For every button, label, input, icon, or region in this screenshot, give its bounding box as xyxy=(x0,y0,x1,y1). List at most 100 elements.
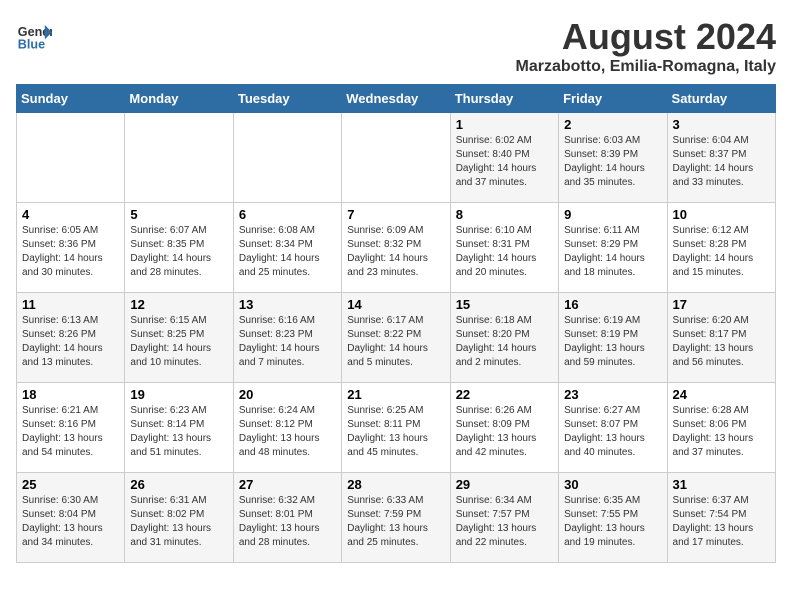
calendar-cell: 21Sunrise: 6:25 AM Sunset: 8:11 PM Dayli… xyxy=(342,383,450,473)
weekday-header-tuesday: Tuesday xyxy=(233,85,341,113)
calendar-cell: 22 Sunrise: 6:26 AM Sunset: 8:09 PM Dayli… xyxy=(450,383,558,473)
calendar-cell: 17 Sunrise: 6:20 AM Sunset: 8:17 PM Dayli… xyxy=(667,293,775,383)
day-info: Sunrise: 6:09 AM Sunset: 8:32 PM Dayligh… xyxy=(347,224,444,280)
day-info: Sunrise: 6:08 AM Sunset: 8:34 PM Dayligh… xyxy=(239,224,336,280)
calendar-week-row: 25 Sunrise: 6:30 AM Sunset: 8:04 PM Dayli… xyxy=(17,473,776,563)
day-number: 29 xyxy=(456,477,553,492)
day-info: Sunrise: 6:05 AM Sunset: 8:36 PM Dayligh… xyxy=(22,224,119,280)
calendar-cell xyxy=(233,113,341,203)
day-number: 22 xyxy=(456,387,553,402)
day-info: Sunrise: 6:26 AM Sunset: 8:09 PM Dayligh… xyxy=(456,404,553,460)
day-number: 7 xyxy=(347,207,444,222)
calendar-cell: 26 Sunrise: 6:31 AM Sunset: 8:02 PM Dayli… xyxy=(125,473,233,563)
day-info: Sunrise: 6:03 AM Sunset: 8:39 PM Dayligh… xyxy=(564,134,661,190)
weekday-header-sunday: Sunday xyxy=(17,85,125,113)
day-info: Sunrise: 6:19 AM Sunset: 8:19 PM Dayligh… xyxy=(564,314,661,370)
calendar-cell: 25 Sunrise: 6:30 AM Sunset: 8:04 PM Dayli… xyxy=(17,473,125,563)
calendar-cell: 7 Sunrise: 6:09 AM Sunset: 8:32 PM Daylig… xyxy=(342,203,450,293)
day-info: Sunrise: 6:11 AM Sunset: 8:29 PM Dayligh… xyxy=(564,224,661,280)
calendar-cell: 19 Sunrise: 6:23 AM Sunset: 8:14 PM Dayli… xyxy=(125,383,233,473)
day-info: Sunrise: 6:21 AM Sunset: 8:16 PM Dayligh… xyxy=(22,404,119,460)
calendar-cell: 15 Sunrise: 6:18 AM Sunset: 8:20 PM Dayli… xyxy=(450,293,558,383)
day-info: Sunrise: 6:13 AM Sunset: 8:26 PM Dayligh… xyxy=(22,314,119,370)
day-info: Sunrise: 6:18 AM Sunset: 8:20 PM Dayligh… xyxy=(456,314,553,370)
day-number: 23 xyxy=(564,387,661,402)
calendar-week-row: 4 Sunrise: 6:05 AM Sunset: 8:36 PM Daylig… xyxy=(17,203,776,293)
calendar-cell: 28 Sunrise: 6:33 AM Sunset: 7:59 PM Dayli… xyxy=(342,473,450,563)
day-info: Sunrise: 6:04 AM Sunset: 8:37 PM Dayligh… xyxy=(673,134,770,190)
calendar-cell: 9 Sunrise: 6:11 AM Sunset: 8:29 PM Daylig… xyxy=(559,203,667,293)
day-number: 31 xyxy=(673,477,770,492)
calendar-cell xyxy=(125,113,233,203)
calendar-cell: 8Sunrise: 6:10 AM Sunset: 8:31 PM Daylig… xyxy=(450,203,558,293)
day-number: 10 xyxy=(673,207,770,222)
day-number: 19 xyxy=(130,387,227,402)
calendar-week-row: 18 Sunrise: 6:21 AM Sunset: 8:16 PM Dayli… xyxy=(17,383,776,473)
page-title: August 2024 xyxy=(516,16,776,58)
day-info: Sunrise: 6:20 AM Sunset: 8:17 PM Dayligh… xyxy=(673,314,770,370)
day-number: 11 xyxy=(22,297,119,312)
day-number: 18 xyxy=(22,387,119,402)
weekday-header-monday: Monday xyxy=(125,85,233,113)
calendar-cell xyxy=(17,113,125,203)
calendar-cell: 10 Sunrise: 6:12 AM Sunset: 8:28 PM Dayli… xyxy=(667,203,775,293)
day-number: 6 xyxy=(239,207,336,222)
day-number: 24 xyxy=(673,387,770,402)
logo: General Blue xyxy=(16,16,52,52)
day-info: Sunrise: 6:24 AM Sunset: 8:12 PM Dayligh… xyxy=(239,404,336,460)
day-info: Sunrise: 6:33 AM Sunset: 7:59 PM Dayligh… xyxy=(347,494,444,550)
calendar-cell: 2 Sunrise: 6:03 AM Sunset: 8:39 PM Daylig… xyxy=(559,113,667,203)
weekday-header-friday: Friday xyxy=(559,85,667,113)
calendar-cell: 31 Sunrise: 6:37 AM Sunset: 7:54 PM Dayli… xyxy=(667,473,775,563)
day-info: Sunrise: 6:15 AM Sunset: 8:25 PM Dayligh… xyxy=(130,314,227,370)
day-number: 3 xyxy=(673,117,770,132)
day-number: 28 xyxy=(347,477,444,492)
svg-text:Blue: Blue xyxy=(18,37,45,51)
day-info: Sunrise: 6:31 AM Sunset: 8:02 PM Dayligh… xyxy=(130,494,227,550)
day-number: 4 xyxy=(22,207,119,222)
calendar-cell: 12 Sunrise: 6:15 AM Sunset: 8:25 PM Dayli… xyxy=(125,293,233,383)
day-number: 12 xyxy=(130,297,227,312)
day-info: Sunrise: 6:23 AM Sunset: 8:14 PM Dayligh… xyxy=(130,404,227,460)
calendar-week-row: 11 Sunrise: 6:13 AM Sunset: 8:26 PM Dayli… xyxy=(17,293,776,383)
day-info: Sunrise: 6:34 AM Sunset: 7:57 PM Dayligh… xyxy=(456,494,553,550)
calendar-cell: 20Sunrise: 6:24 AM Sunset: 8:12 PM Dayli… xyxy=(233,383,341,473)
day-number: 21 xyxy=(347,387,444,402)
day-info: Sunrise: 6:02 AM Sunset: 8:40 PM Dayligh… xyxy=(456,134,553,190)
calendar-cell: 30Sunrise: 6:35 AM Sunset: 7:55 PM Dayli… xyxy=(559,473,667,563)
calendar-cell: 3 Sunrise: 6:04 AM Sunset: 8:37 PM Daylig… xyxy=(667,113,775,203)
weekday-header-wednesday: Wednesday xyxy=(342,85,450,113)
calendar-cell: 18 Sunrise: 6:21 AM Sunset: 8:16 PM Dayli… xyxy=(17,383,125,473)
calendar-week-row: 1 Sunrise: 6:02 AM Sunset: 8:40 PM Daylig… xyxy=(17,113,776,203)
page-subtitle: Marzabotto, Emilia-Romagna, Italy xyxy=(516,58,776,76)
calendar-cell: 4 Sunrise: 6:05 AM Sunset: 8:36 PM Daylig… xyxy=(17,203,125,293)
day-info: Sunrise: 6:17 AM Sunset: 8:22 PM Dayligh… xyxy=(347,314,444,370)
day-number: 26 xyxy=(130,477,227,492)
day-number: 13 xyxy=(239,297,336,312)
calendar-cell: 1 Sunrise: 6:02 AM Sunset: 8:40 PM Daylig… xyxy=(450,113,558,203)
day-info: Sunrise: 6:37 AM Sunset: 7:54 PM Dayligh… xyxy=(673,494,770,550)
day-number: 15 xyxy=(456,297,553,312)
day-number: 8 xyxy=(456,207,553,222)
day-number: 17 xyxy=(673,297,770,312)
calendar-cell: 24Sunrise: 6:28 AM Sunset: 8:06 PM Dayli… xyxy=(667,383,775,473)
calendar-cell: 13 Sunrise: 6:16 AM Sunset: 8:23 PM Dayli… xyxy=(233,293,341,383)
day-info: Sunrise: 6:30 AM Sunset: 8:04 PM Dayligh… xyxy=(22,494,119,550)
day-number: 16 xyxy=(564,297,661,312)
logo-icon: General Blue xyxy=(16,16,52,52)
day-number: 9 xyxy=(564,207,661,222)
day-number: 25 xyxy=(22,477,119,492)
calendar-cell xyxy=(342,113,450,203)
day-info: Sunrise: 6:16 AM Sunset: 8:23 PM Dayligh… xyxy=(239,314,336,370)
day-number: 1 xyxy=(456,117,553,132)
day-number: 30 xyxy=(564,477,661,492)
day-info: Sunrise: 6:32 AM Sunset: 8:01 PM Dayligh… xyxy=(239,494,336,550)
calendar-cell: 5Sunrise: 6:07 AM Sunset: 8:35 PM Daylig… xyxy=(125,203,233,293)
calendar-cell: 11 Sunrise: 6:13 AM Sunset: 8:26 PM Dayli… xyxy=(17,293,125,383)
day-number: 27 xyxy=(239,477,336,492)
calendar-cell: 6 Sunrise: 6:08 AM Sunset: 8:34 PM Daylig… xyxy=(233,203,341,293)
day-info: Sunrise: 6:12 AM Sunset: 8:28 PM Dayligh… xyxy=(673,224,770,280)
day-info: Sunrise: 6:27 AM Sunset: 8:07 PM Dayligh… xyxy=(564,404,661,460)
weekday-header-saturday: Saturday xyxy=(667,85,775,113)
day-number: 2 xyxy=(564,117,661,132)
